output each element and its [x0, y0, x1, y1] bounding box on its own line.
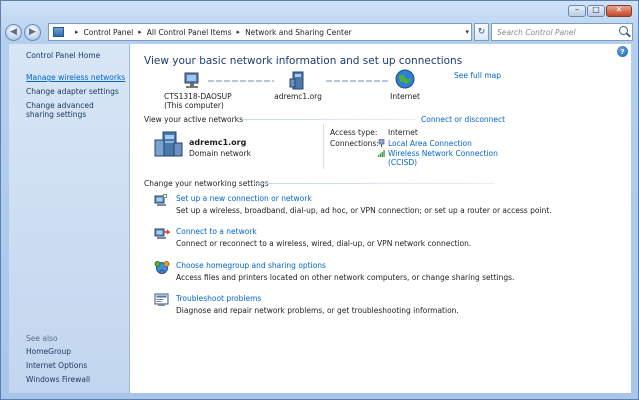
map-internet[interactable]: Internet: [375, 92, 435, 101]
active-networks-title: View your active networks: [144, 115, 243, 124]
local-area-connection-link[interactable]: Local Area Connection: [388, 139, 472, 148]
vertical-divider: [323, 124, 324, 169]
main-content: ? View your basic network information an…: [130, 44, 631, 393]
maximize-icon: □: [592, 5, 600, 14]
control-panel-icon: [53, 27, 64, 37]
see-also-title: See also: [26, 334, 58, 343]
refresh-button[interactable]: ↻: [474, 23, 489, 41]
sidebar-change-advanced-sharing[interactable]: Change advanced sharing settings: [26, 101, 122, 119]
search-input[interactable]: Search Control Panel: [491, 23, 633, 41]
sidebar-internet-options[interactable]: Internet Options: [26, 361, 87, 370]
wireless-network-connection-link[interactable]: Wireless Network Connection: [388, 149, 498, 158]
troubleshoot-icon: [154, 293, 169, 306]
page-title: View your basic network information and …: [144, 55, 463, 67]
task-troubleshoot-link[interactable]: Troubleshoot problems: [176, 294, 261, 303]
forward-button[interactable]: ▶: [24, 23, 41, 41]
sidebar-manage-wireless-networks[interactable]: Manage wireless networks: [26, 73, 125, 82]
sidebar-change-adapter-settings[interactable]: Change adapter settings: [26, 87, 119, 96]
sidebar-windows-firewall[interactable]: Windows Firewall: [26, 375, 90, 384]
network-sharing-center-window: – □ ✕ ◀ ▶ ▸ Control Panel ▸ All Control …: [0, 0, 639, 400]
new-connection-icon: [154, 194, 167, 206]
domain-network-large-icon: [154, 131, 183, 157]
map-computer-sub: (This computer): [164, 101, 224, 110]
back-arrow-icon: ◀: [10, 27, 17, 37]
domain-network-icon: [289, 71, 304, 90]
internet-globe-icon: [395, 69, 415, 89]
window-controls: – □ ✕: [567, 5, 632, 17]
section-divider: [242, 119, 416, 120]
connect-or-disconnect-link[interactable]: Connect or disconnect: [421, 115, 505, 124]
address-dropdown-icon[interactable]: ▾: [465, 28, 469, 36]
task-setup-connection-link[interactable]: Set up a new connection or network: [176, 194, 312, 203]
help-icon[interactable]: ?: [617, 46, 628, 57]
task-homegroup-sharing-link[interactable]: Choose homegroup and sharing options: [176, 261, 326, 270]
wireless-signal-icon: [378, 150, 385, 157]
task-homegroup-sharing-desc: Access files and printers located on oth…: [176, 273, 515, 282]
computer-icon: [184, 72, 199, 88]
access-type-label: Access type:: [330, 128, 378, 137]
minimize-icon: –: [575, 5, 579, 14]
refresh-icon: ↻: [477, 27, 486, 37]
search-icon[interactable]: [619, 26, 628, 35]
connect-network-icon: [154, 228, 170, 239]
task-connect-network-desc: Connect or reconnect to a wireless, wire…: [176, 239, 472, 248]
breadcrumb-network-sharing[interactable]: Network and Sharing Center: [245, 28, 352, 37]
map-network-name[interactable]: adremc1.org: [268, 92, 328, 101]
wireless-network-ssid[interactable]: (CCISD): [388, 158, 417, 167]
see-full-map-link[interactable]: See full map: [454, 71, 501, 80]
minimize-button[interactable]: –: [568, 5, 586, 17]
sidebar-control-panel-home[interactable]: Control Panel Home: [26, 51, 100, 60]
active-network-type: Domain network: [189, 149, 251, 158]
active-network-name: adremc1.org: [189, 138, 247, 147]
access-type-value: Internet: [388, 128, 418, 137]
connections-label: Connections:: [330, 139, 379, 148]
address-bar[interactable]: ▸ Control Panel ▸ All Control Panel Item…: [48, 23, 472, 41]
task-troubleshoot-desc: Diagnose and repair network problems, or…: [176, 306, 459, 315]
close-icon: ✕: [615, 5, 623, 14]
breadcrumb-separator-icon[interactable]: ▸: [75, 28, 79, 36]
navigation-bar: ◀ ▶ ▸ Control Panel ▸ All Control Panel …: [5, 21, 635, 43]
homegroup-icon: [154, 261, 170, 274]
back-button[interactable]: ◀: [5, 23, 22, 41]
sidebar: Control Panel Home Manage wireless netwo…: [9, 44, 130, 393]
map-computer-name[interactable]: CTS1318-DAOSUP: [164, 92, 232, 101]
close-button[interactable]: ✕: [606, 5, 632, 17]
search-placeholder: Search Control Panel: [497, 27, 576, 37]
forward-arrow-icon: ▶: [29, 27, 36, 37]
change-settings-title: Change your networking settings: [144, 179, 269, 188]
ethernet-icon: [378, 139, 385, 147]
breadcrumb-all-items[interactable]: All Control Panel Items: [147, 28, 232, 37]
breadcrumb-separator-icon[interactable]: ▸: [138, 28, 142, 36]
task-setup-connection-desc: Set up a wireless, broadband, dial-up, a…: [176, 206, 552, 215]
breadcrumb-control-panel[interactable]: Control Panel: [84, 28, 134, 37]
maximize-button[interactable]: □: [587, 5, 605, 17]
sidebar-homegroup[interactable]: HomeGroup: [26, 347, 71, 356]
map-connector-line: [208, 80, 274, 82]
breadcrumb-separator-icon[interactable]: ▸: [237, 28, 241, 36]
breadcrumb: ▸ Control Panel ▸ All Control Panel Item…: [70, 28, 352, 37]
map-connector-line: [326, 80, 388, 82]
task-connect-network-link[interactable]: Connect to a network: [176, 227, 257, 236]
section-divider: [254, 183, 494, 184]
